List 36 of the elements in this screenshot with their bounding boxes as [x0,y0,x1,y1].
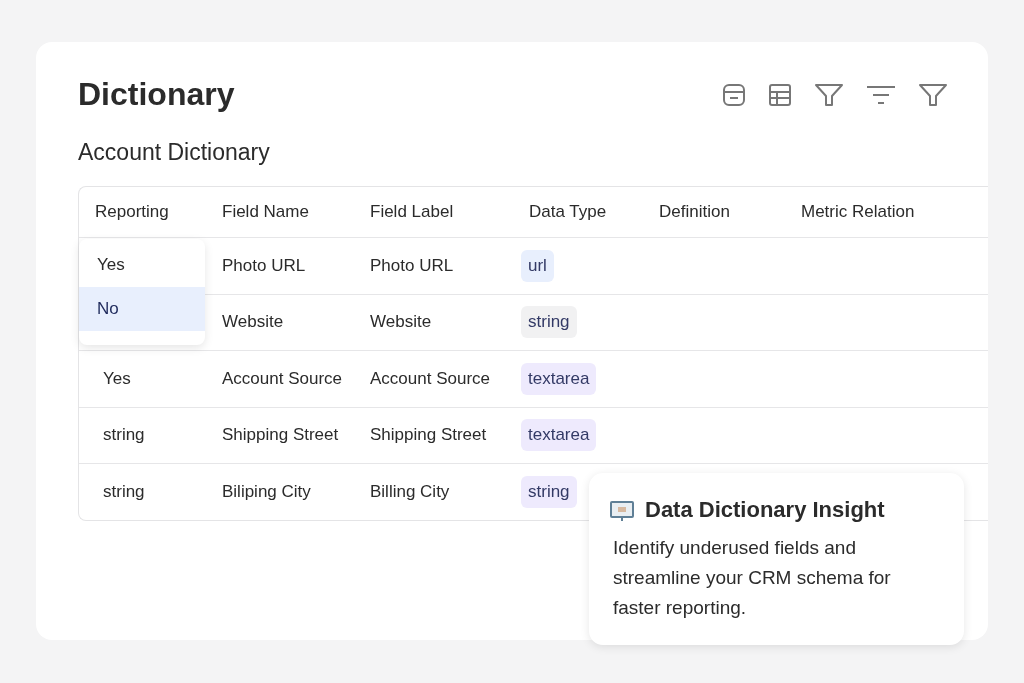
table-cell: string [103,481,145,501]
table-cell: Photo URL [222,255,306,275]
filter-icon[interactable] [814,82,844,107]
table-cell: Account Source [370,368,490,388]
book-icon [609,498,635,522]
table-cell: Account Source [222,368,342,388]
table-cell: Website [222,312,284,332]
table-cell: Website [370,312,432,332]
table-cell: Shipping Street [370,425,487,445]
data-type-tag: textarea [521,419,597,452]
dropdown-option[interactable]: Yes [79,243,205,287]
table-cell: Yes [103,368,131,388]
column-header: Reporting [95,202,169,221]
data-type-tag: string [521,475,577,508]
dropdown-option[interactable]: No [79,287,205,331]
page-title: Dictionary [78,76,235,113]
data-type-tag: string [521,306,577,339]
data-type-tag: textarea [521,362,597,395]
sort-icon[interactable] [866,84,896,105]
insight-title: Data Dictionary Insight [645,497,885,523]
column-header: Field Name [222,202,309,221]
column-header: Metric Relation [801,202,915,221]
table-cell: Photo URL [370,255,454,275]
table-cell: Billing City [370,481,450,501]
table-cell: Shipping Street [222,425,339,445]
card-view-icon[interactable] [722,82,746,107]
data-type-tag: url [521,249,554,282]
section-title: Account Dictionary [78,139,271,166]
table-icon[interactable] [768,82,792,107]
table-cell: string [103,425,145,445]
column-header: Definition [659,202,730,221]
column-header: Field Label [370,202,454,221]
table-cell: Biliping City [222,481,311,501]
filter-icon[interactable] [918,82,948,107]
column-header: Data Type [529,202,607,221]
insight-text: Identify underused fields and streamline your CRM schema for faster reporting. [613,536,892,620]
